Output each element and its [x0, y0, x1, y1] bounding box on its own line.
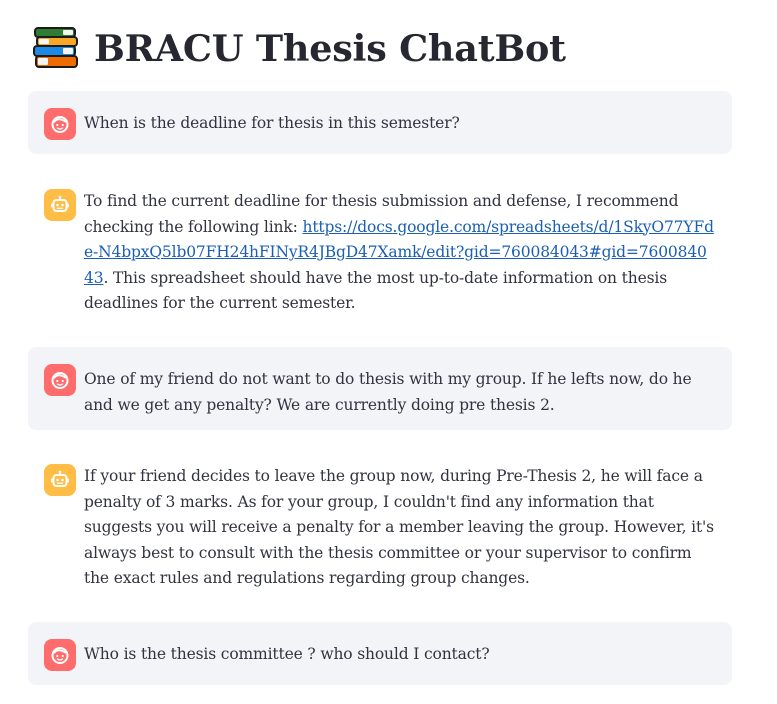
user-face-icon: [51, 372, 69, 389]
chat-message-user: Who is the thesis committee ? who should…: [28, 622, 732, 685]
message-text: When is the deadline for thesis in this …: [84, 114, 460, 132]
books-icon: [33, 27, 78, 68]
user-face-icon: [51, 116, 69, 133]
chat-message-assistant: To find the current deadline for thesis …: [28, 181, 732, 347]
user-avatar: [44, 108, 76, 140]
page-header: BRACU Thesis ChatBot: [32, 22, 566, 74]
user-face-icon: [51, 647, 69, 664]
user-avatar: [44, 639, 76, 671]
message-text: One of my friend do not want to do thesi…: [84, 370, 692, 414]
robot-icon: [51, 195, 69, 212]
chat-message-user: When is the deadline for thesis in this …: [28, 91, 732, 154]
message-text-part: . This spreadsheet should have the most …: [84, 268, 668, 313]
message-text: To find the current deadline for thesis …: [84, 188, 716, 317]
user-avatar: [44, 364, 76, 396]
robot-icon: [51, 470, 69, 487]
page-title: BRACU Thesis ChatBot: [94, 26, 566, 70]
assistant-avatar: [44, 189, 76, 221]
chat-message-user: One of my friend do not want to do thesi…: [28, 347, 732, 430]
chat-message-list: When is the deadline for thesis in this …: [28, 91, 732, 685]
message-text: Who is the thesis committee ? who should…: [84, 645, 490, 663]
assistant-avatar: [44, 464, 76, 496]
message-text: If your friend decides to leave the grou…: [84, 467, 714, 587]
chat-message-assistant: If your friend decides to leave the grou…: [28, 455, 732, 622]
chat-app: BRACU Thesis ChatBot When is the deadlin…: [28, 0, 732, 704]
